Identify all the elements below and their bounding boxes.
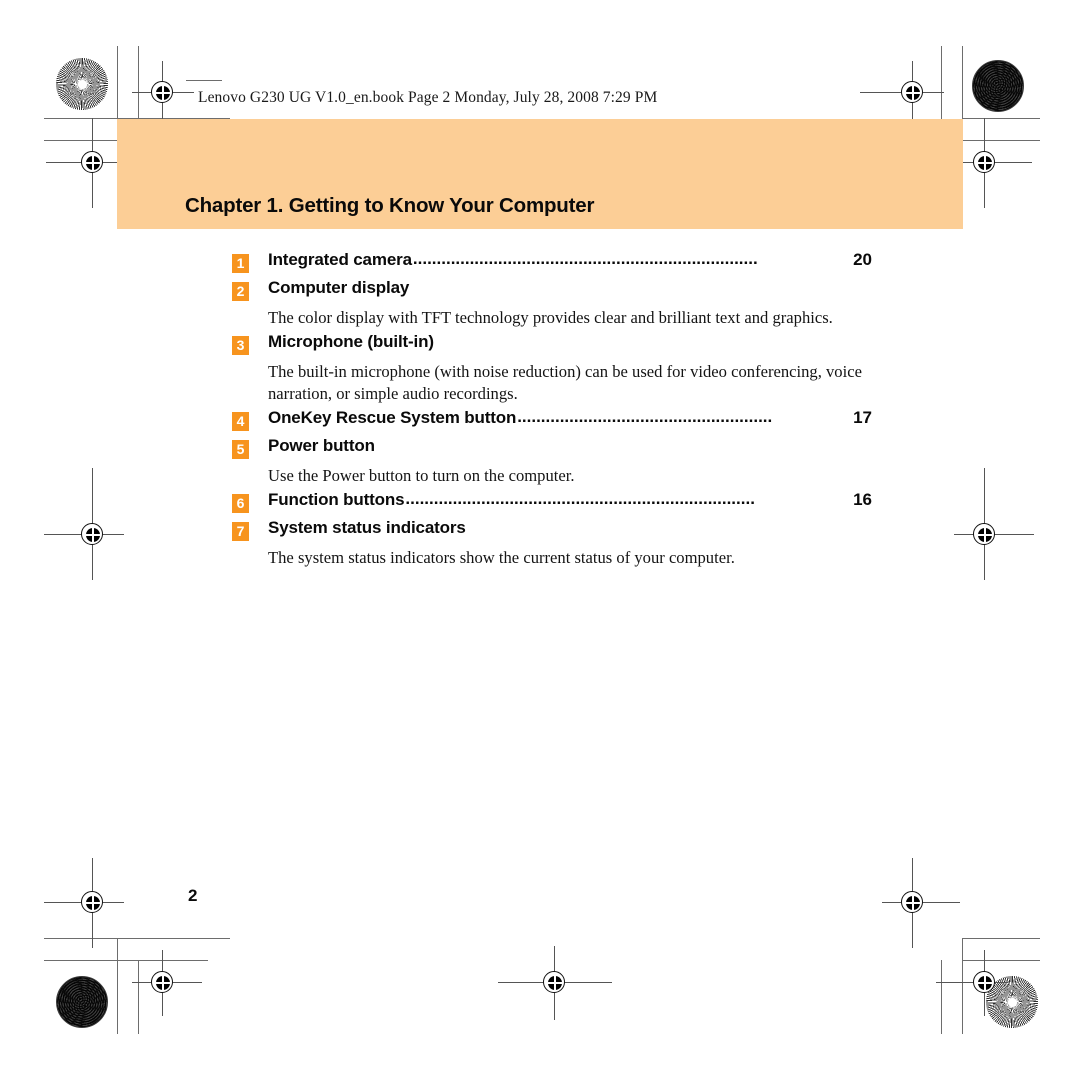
item-number-badge: 6 <box>232 494 249 514</box>
list-item: 4 OneKey Rescue System button ..........… <box>232 407 872 436</box>
item-number-badge: 5 <box>232 440 249 460</box>
item-description: Use the Power button to turn on the comp… <box>268 466 575 486</box>
list-item-heading: 7 System status indicators <box>232 518 872 546</box>
list-item-heading: 1 Integrated camera ....................… <box>232 249 872 278</box>
list-item: 6 Function buttons .....................… <box>232 489 872 518</box>
item-title: Power button <box>268 436 375 456</box>
item-description: The system status indicators show the cu… <box>268 548 735 568</box>
registration-target-icon <box>882 858 960 948</box>
crop-mark-line <box>962 938 1040 940</box>
feature-list: 1 Integrated camera ....................… <box>232 249 872 569</box>
registration-target-icon <box>954 118 1032 208</box>
registration-target-icon <box>44 858 124 948</box>
list-item: 3 Microphone (built-in) The built-in mic… <box>232 332 872 405</box>
crop-mark-line <box>962 46 964 119</box>
list-item-heading: 4 OneKey Rescue System button ..........… <box>232 407 872 436</box>
registration-rosette-moire-icon <box>56 976 108 1028</box>
list-item-heading: 3 Microphone (built-in) <box>232 332 872 360</box>
list-item: 2 Computer display The color display wit… <box>232 278 872 329</box>
document-header-text: Lenovo G230 UG V1.0_en.book Page 2 Monda… <box>198 89 658 106</box>
crop-mark-line <box>117 938 119 1034</box>
item-number-badge: 1 <box>232 254 249 273</box>
item-number-badge: 3 <box>232 336 249 356</box>
dot-leader: ........................................… <box>517 407 773 427</box>
registration-target-icon <box>860 61 944 125</box>
dot-leader: ........................................… <box>405 489 755 509</box>
item-title: OneKey Rescue System button <box>268 408 517 428</box>
item-description: The built-in microphone (with noise redu… <box>268 362 862 404</box>
item-description: The color display with TFT technology pr… <box>268 308 833 327</box>
list-item: 7 System status indicators The system st… <box>232 518 872 569</box>
item-title: Microphone (built-in) <box>268 332 434 352</box>
crop-mark-line <box>962 118 1040 120</box>
list-item-heading: 5 Power button <box>232 436 872 464</box>
registration-target-icon <box>46 118 124 208</box>
list-item: 1 Integrated camera ....................… <box>232 249 872 278</box>
registration-rosette-star-icon <box>56 58 108 110</box>
header-rule <box>186 80 222 82</box>
registration-target-icon <box>44 468 124 580</box>
page-number: 2 <box>188 886 198 905</box>
item-number-badge: 4 <box>232 412 249 432</box>
item-title: Function buttons <box>268 490 405 510</box>
item-number-badge: 7 <box>232 522 249 542</box>
list-item-heading: 6 Function buttons .....................… <box>232 489 872 518</box>
registration-target-icon <box>936 950 1008 1016</box>
document-page: Lenovo G230 UG V1.0_en.book Page 2 Monda… <box>0 0 1080 1080</box>
item-title: System status indicators <box>268 518 466 538</box>
item-number-badge: 2 <box>232 282 249 301</box>
registration-target-icon <box>132 950 202 1016</box>
registration-target-icon <box>498 946 612 1020</box>
item-title: Computer display <box>268 278 410 297</box>
list-item-heading: 2 Computer display <box>232 278 872 306</box>
item-page-number: 16 <box>853 490 872 510</box>
list-item: 5 Power button Use the Power button to t… <box>232 436 872 487</box>
dot-leader: ........................................… <box>412 249 758 268</box>
registration-target-icon <box>132 61 194 125</box>
registration-rosette-moire-icon <box>972 60 1024 112</box>
item-page-number: 20 <box>853 250 872 269</box>
item-title: Integrated camera <box>268 250 412 269</box>
crop-mark-line <box>44 938 230 940</box>
registration-target-icon <box>954 468 1034 580</box>
item-page-number: 17 <box>853 408 872 428</box>
chapter-title: Chapter 1. Getting to Know Your Computer <box>185 194 595 217</box>
crop-mark-line <box>941 960 943 1034</box>
